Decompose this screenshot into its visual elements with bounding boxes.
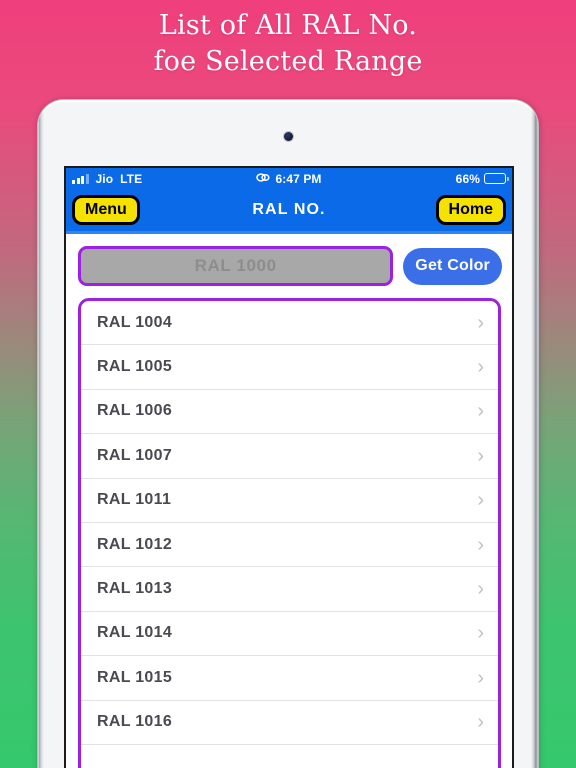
app-screen: Jio LTE 6:47 PM 66% Menu RAL NO. Home RA…: [64, 166, 514, 768]
clock-label: 6:47 PM: [275, 171, 322, 186]
rotation-lock-icon: [256, 172, 271, 186]
status-bar-center: 6:47 PM: [66, 172, 512, 186]
chevron-right-icon: ›: [477, 533, 484, 556]
chevron-right-icon: ›: [477, 711, 484, 734]
list-item-label: RAL 1007: [97, 446, 173, 464]
status-bar: Jio LTE 6:47 PM 66%: [66, 168, 512, 189]
front-camera-icon: [284, 132, 293, 141]
navigation-bar: Menu RAL NO. Home: [66, 189, 512, 231]
ral-number-input[interactable]: [78, 246, 394, 286]
chevron-right-icon: ›: [477, 311, 484, 334]
list-item-label: RAL 1011: [97, 491, 172, 509]
chevron-right-icon: ›: [477, 666, 484, 689]
chevron-right-icon: ›: [477, 489, 484, 512]
get-color-button[interactable]: Get Color: [403, 247, 502, 285]
chevron-right-icon: ›: [477, 578, 484, 601]
device-edge-left: [38, 100, 44, 768]
list-item-label: RAL 1014: [97, 624, 173, 642]
list-item[interactable]: RAL 1014 ›: [81, 611, 498, 657]
list-item-label: RAL 1015: [97, 668, 173, 686]
list-item[interactable]: RAL 1015 ›: [81, 656, 498, 701]
ral-number-list[interactable]: RAL 1004 › RAL 1005 › RAL 1006 › RAL 100…: [78, 298, 501, 768]
list-item-label: RAL 1005: [97, 358, 173, 376]
list-item-label: RAL 1006: [97, 402, 173, 420]
promo-title: List of All RAL No. foe Selected Range: [0, 8, 576, 80]
promo-title-line-2: foe Selected Range: [153, 46, 423, 77]
menu-button[interactable]: Menu: [72, 194, 140, 226]
chevron-right-icon: ›: [477, 356, 484, 379]
tablet-device-frame: Jio LTE 6:47 PM 66% Menu RAL NO. Home RA…: [38, 100, 538, 768]
list-item-label: RAL 1016: [97, 713, 173, 731]
promo-title-line-1: List of All RAL No.: [158, 10, 418, 41]
chevron-right-icon: ›: [477, 622, 484, 645]
list-item-label: RAL 1013: [97, 580, 173, 598]
list-item[interactable]: RAL 1004 ›: [81, 301, 498, 346]
battery-icon: [484, 173, 509, 184]
home-button[interactable]: Home: [435, 194, 506, 226]
list-item[interactable]: RAL 1006 ›: [81, 389, 498, 435]
list-item[interactable]: RAL 1013 ›: [81, 567, 498, 612]
list-item[interactable]: RAL 1016 ›: [81, 700, 498, 745]
list-item-label: RAL 1004: [97, 313, 173, 331]
list-item[interactable]: RAL 1007 ›: [81, 434, 498, 479]
device-edge-right: [531, 100, 538, 768]
search-row: Get Color: [66, 234, 512, 296]
list-item[interactable]: RAL 1011 ›: [81, 478, 498, 523]
chevron-right-icon: ›: [477, 400, 484, 423]
chevron-right-icon: ›: [477, 444, 484, 467]
list-item[interactable]: RAL 1012 ›: [81, 522, 498, 568]
list-item[interactable]: RAL 1005 ›: [81, 345, 498, 390]
list-item-label: RAL 1012: [97, 535, 173, 553]
list-item-partial[interactable]: [81, 744, 498, 768]
